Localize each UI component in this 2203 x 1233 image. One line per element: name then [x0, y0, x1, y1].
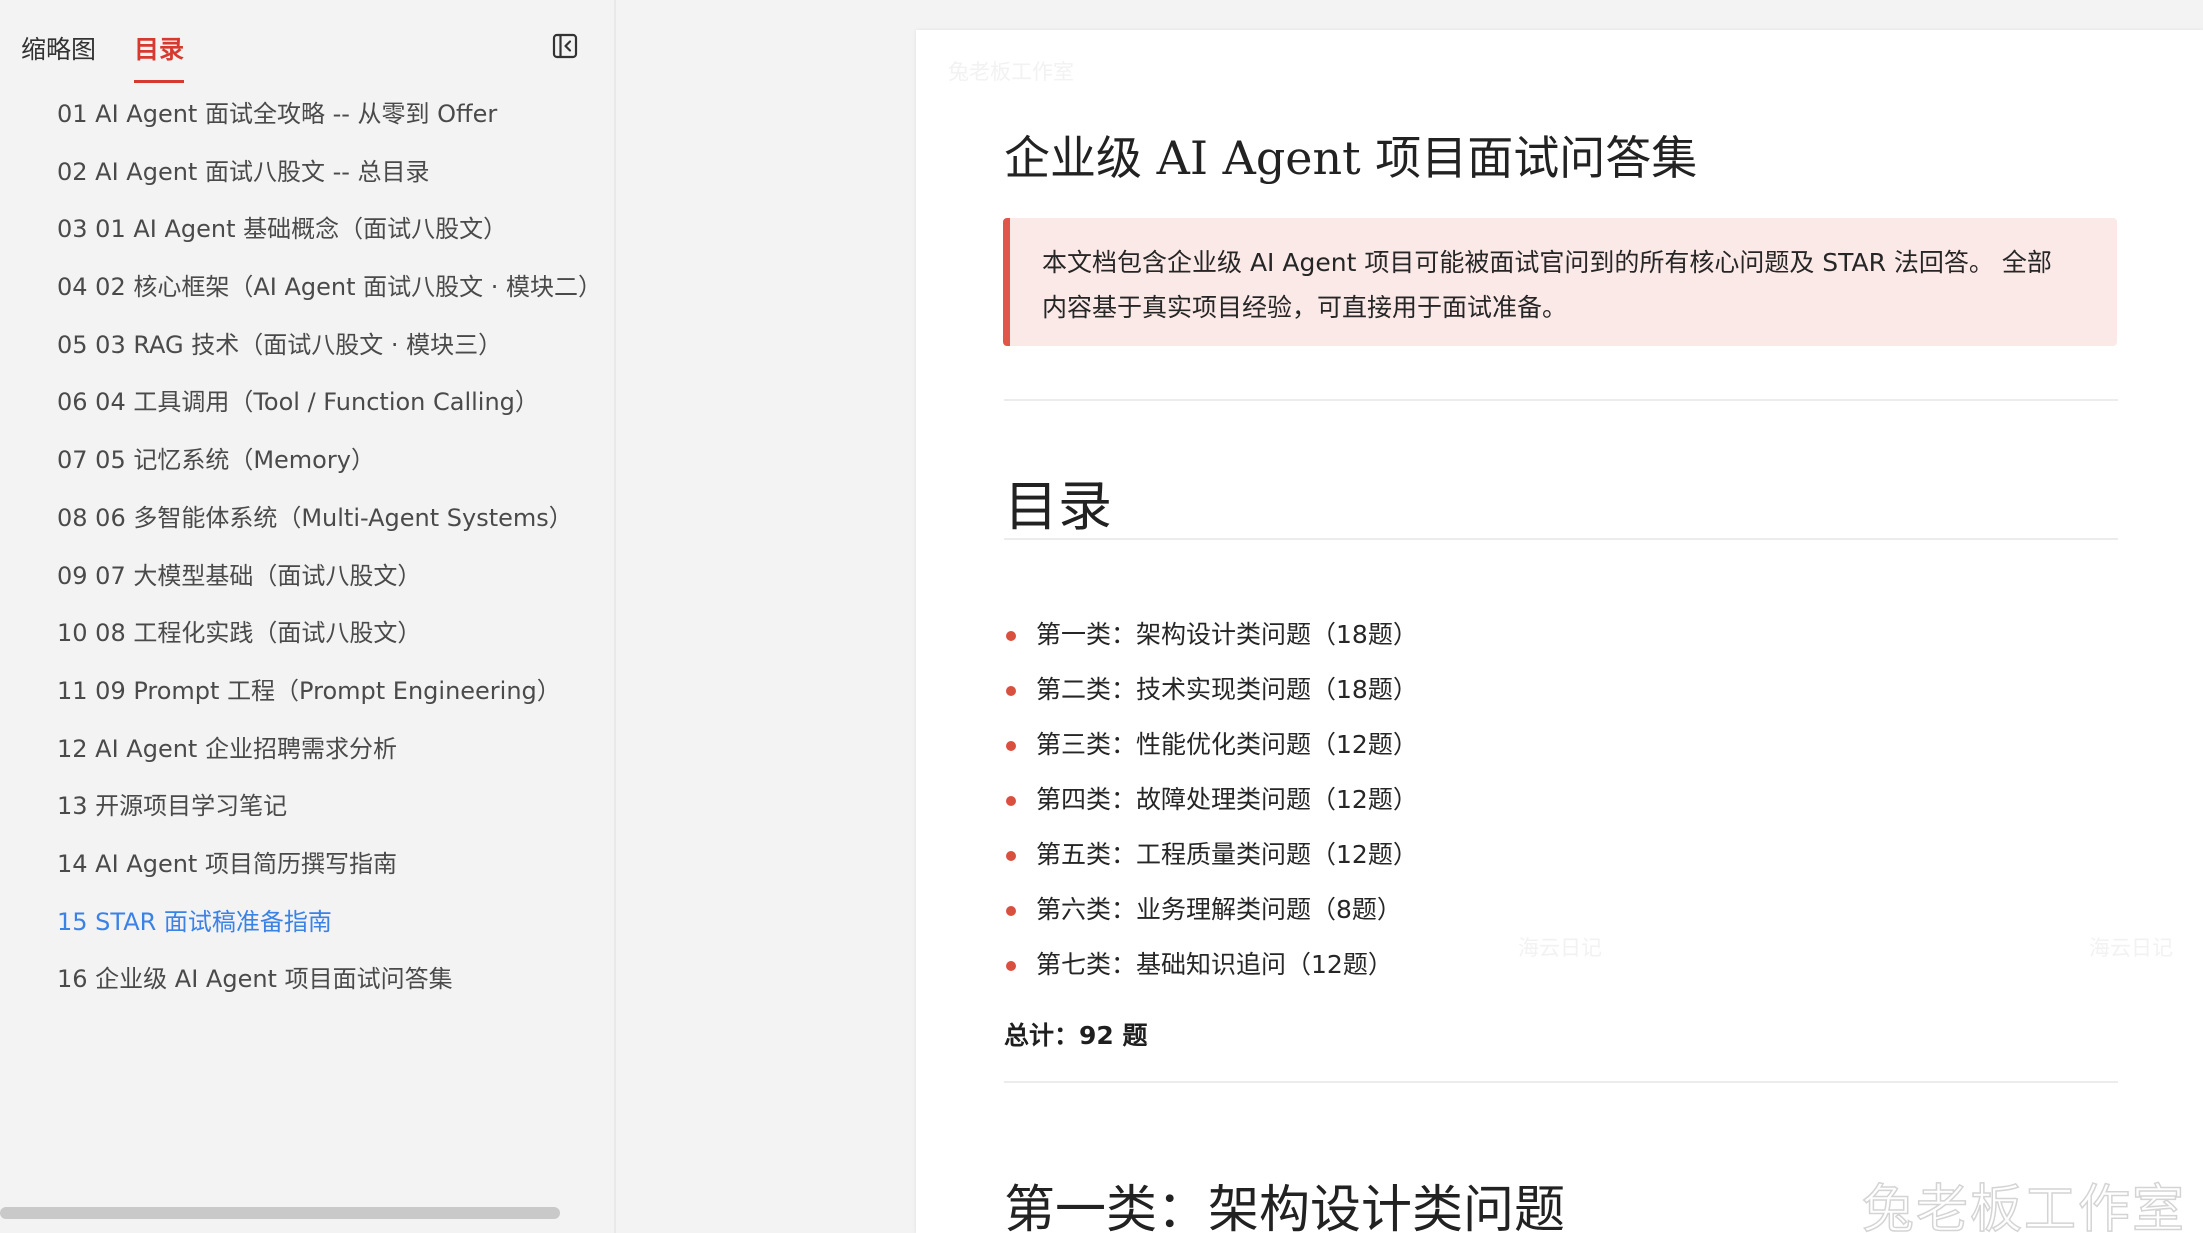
- divider: [1004, 1081, 2118, 1083]
- bullet-icon: [1006, 631, 1016, 641]
- watermark-top: 兔老板工作室: [948, 60, 1074, 84]
- toc-link[interactable]: 第一类：架构设计类问题（18题）: [1004, 607, 1418, 662]
- toc-link[interactable]: 第四类：故障处理类问题（12题）: [1004, 772, 1418, 827]
- toc-heading: 目录: [1004, 475, 1112, 538]
- bullet-icon: [1006, 741, 1016, 751]
- heading-underline: [1004, 538, 2118, 540]
- sidebar-toc-item[interactable]: 05 03 RAG 技术（面试八股文 · 模块三）: [0, 323, 614, 381]
- sidebar-toc-item[interactable]: 08 06 多智能体系统（Multi-Agent Systems）: [0, 496, 614, 554]
- bullet-icon: [1006, 851, 1016, 861]
- toc-link-label: 第六类：业务理解类问题（8题）: [1036, 895, 1402, 924]
- section-heading: 第一类：架构设计类问题: [1004, 1181, 1566, 1233]
- sidebar-toc-item[interactable]: 03 01 AI Agent 基础概念（面试八股文）: [0, 207, 614, 265]
- sidebar: 缩略图 目录 01 AI Agent 面试全攻略 -- 从零到 Offer 02…: [0, 0, 616, 1233]
- reader-app: 缩略图 目录 01 AI Agent 面试全攻略 -- 从零到 Offer 02…: [0, 0, 2203, 1233]
- intro-callout: 本文档包含企业级 AI Agent 项目可能被面试官问到的所有核心问题及 STA…: [1003, 218, 2117, 346]
- sidebar-toc-item[interactable]: 02 AI Agent 面试八股文 -- 总目录: [0, 150, 614, 208]
- callout-line-1: 本文档包含企业级 AI Agent 项目可能被面试官问到的所有核心问题及 STA…: [1042, 248, 2052, 277]
- sidebar-toc-item[interactable]: 07 05 记忆系统（Memory）: [0, 438, 614, 496]
- tab-thumbnails[interactable]: 缩略图: [21, 30, 96, 86]
- sidebar-toc-item[interactable]: 01 AI Agent 面试全攻略 -- 从零到 Offer: [0, 92, 614, 150]
- sidebar-toc-item[interactable]: 11 09 Prompt 工程（Prompt Engineering）: [0, 669, 614, 727]
- previous-page-edge: [916, 0, 2203, 31]
- toc-link[interactable]: 第三类：性能优化类问题（12题）: [1004, 717, 1418, 772]
- sidebar-horizontal-scrollbar[interactable]: [0, 1207, 560, 1219]
- bullet-icon: [1006, 906, 1016, 916]
- document-page: 兔老板工作室 企业级 AI Agent 项目面试问答集 本文档包含企业级 AI …: [916, 30, 2203, 1233]
- sidebar-tabs: 缩略图 目录: [21, 30, 185, 86]
- watermark-large: 兔老板工作室: [1861, 1179, 2187, 1233]
- toc-link[interactable]: 第二类：技术实现类问题（18题）: [1004, 662, 1418, 717]
- callout-line-2: 内容基于真实项目经验，可直接用于面试准备。: [1042, 293, 1568, 322]
- toc-link[interactable]: 第七类：基础知识追问（12题）: [1004, 937, 1418, 992]
- toc-link-label: 第二类：技术实现类问题（18题）: [1036, 675, 1418, 704]
- sidebar-toc-list: 01 AI Agent 面试全攻略 -- 从零到 Offer 02 AI Age…: [0, 92, 614, 1015]
- page-gutter: [616, 0, 916, 1233]
- tab-toc[interactable]: 目录: [134, 30, 185, 86]
- watermark-mid-1: 海云日记: [1518, 936, 1602, 960]
- bullet-icon: [1006, 796, 1016, 806]
- watermark-mid-2: 海云日记: [2089, 936, 2173, 960]
- sidebar-toc-item-current[interactable]: 15 STAR 面试稿准备指南: [0, 900, 614, 958]
- divider: [1004, 399, 2118, 401]
- sidebar-toc-item[interactable]: 04 02 核心框架（AI Agent 面试八股文 · 模块二）: [0, 265, 614, 323]
- sidebar-toc-item[interactable]: 09 07 大模型基础（面试八股文）: [0, 554, 614, 612]
- document-title: 企业级 AI Agent 项目面试问答集: [1004, 131, 1698, 185]
- toc-link[interactable]: 第五类：工程质量类问题（12题）: [1004, 827, 1418, 882]
- toc-link-label: 第一类：架构设计类问题（18题）: [1036, 620, 1418, 649]
- toc-link-label: 第七类：基础知识追问（12题）: [1036, 950, 1393, 979]
- sidebar-toc-item[interactable]: 10 08 工程化实践（面试八股文）: [0, 611, 614, 669]
- toc-link-label: 第四类：故障处理类问题（12题）: [1036, 785, 1418, 814]
- bullet-icon: [1006, 686, 1016, 696]
- toc-link[interactable]: 第六类：业务理解类问题（8题）: [1004, 882, 1418, 937]
- toc-link-label: 第五类：工程质量类问题（12题）: [1036, 840, 1418, 869]
- sidebar-toc-item[interactable]: 16 企业级 AI Agent 项目面试问答集: [0, 957, 614, 1015]
- toc-link-label: 第三类：性能优化类问题（12题）: [1036, 730, 1418, 759]
- collapse-sidebar-icon[interactable]: [552, 33, 578, 59]
- document-toc-list: 第一类：架构设计类问题（18题） 第二类：技术实现类问题（18题） 第三类：性能…: [1004, 607, 1418, 992]
- sidebar-toc-item[interactable]: 12 AI Agent 企业招聘需求分析: [0, 727, 614, 785]
- total-count: 总计：92 题: [1004, 1021, 1148, 1050]
- bullet-icon: [1006, 961, 1016, 971]
- sidebar-toc-item[interactable]: 13 开源项目学习笔记: [0, 784, 614, 842]
- sidebar-toc-item[interactable]: 06 04 工具调用（Tool / Function Calling）: [0, 380, 614, 438]
- sidebar-toc-item[interactable]: 14 AI Agent 项目简历撰写指南: [0, 842, 614, 900]
